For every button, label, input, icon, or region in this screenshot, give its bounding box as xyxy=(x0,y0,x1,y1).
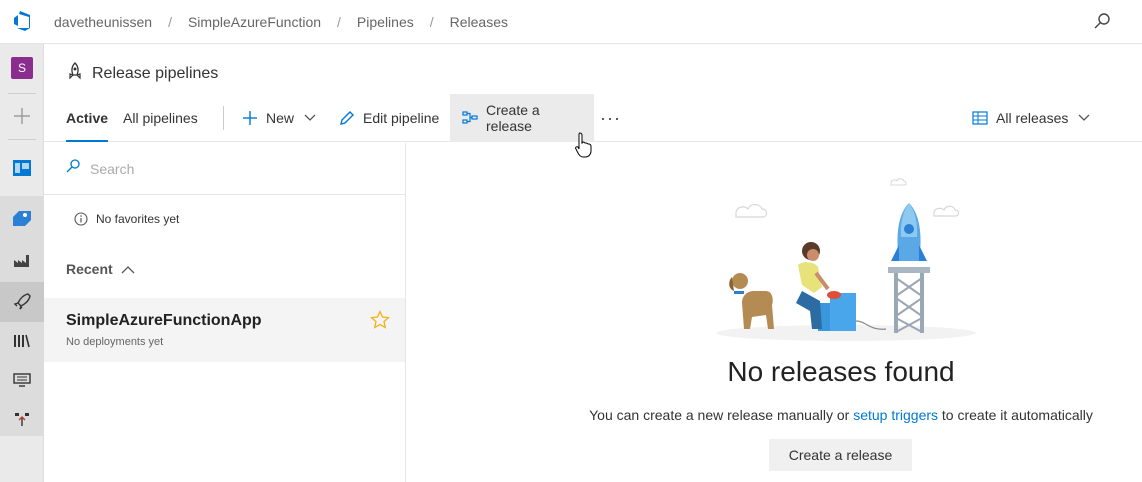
breadcrumb-pipelines[interactable]: Pipelines xyxy=(357,14,414,30)
pipelines-icon[interactable] xyxy=(0,198,44,234)
toolbar-divider xyxy=(223,106,224,130)
all-releases-filter[interactable]: All releases xyxy=(972,94,1090,142)
no-favorites-text: No favorites yet xyxy=(96,212,180,226)
release-flow-icon xyxy=(462,110,478,126)
breadcrumb-project[interactable]: SimpleAzureFunction xyxy=(188,14,321,30)
breadcrumb-org[interactable]: davetheunissen xyxy=(54,14,152,30)
more-options-button[interactable]: ··· xyxy=(600,94,621,142)
new-label: New xyxy=(266,110,295,126)
table-icon xyxy=(972,111,988,125)
task-groups-icon[interactable] xyxy=(0,362,44,398)
pipeline-row[interactable]: SimpleAzureFunctionApp No deployments ye… xyxy=(44,298,405,362)
empty-desc-before: You can create a new release manually or xyxy=(589,407,854,423)
info-icon xyxy=(74,212,88,226)
pencil-icon xyxy=(339,110,355,126)
chevron-down-icon xyxy=(304,114,316,122)
project-avatar[interactable]: S xyxy=(0,50,44,86)
search-input[interactable] xyxy=(90,160,350,177)
pipeline-name: SimpleAzureFunctionApp xyxy=(66,312,262,329)
create-release-button[interactable]: Create a release xyxy=(450,94,594,142)
edit-pipeline-label: Edit pipeline xyxy=(363,110,440,126)
setup-triggers-link[interactable]: setup triggers xyxy=(853,407,938,423)
all-releases-label: All releases xyxy=(996,110,1069,126)
breadcrumb-separator: / xyxy=(429,14,434,30)
recent-section-toggle[interactable]: Recent xyxy=(66,261,135,277)
breadcrumb-separator: / xyxy=(337,14,341,30)
tab-all-pipelines[interactable]: All pipelines xyxy=(123,94,198,142)
breadcrumb-separator: / xyxy=(168,14,172,30)
create-release-label: Create a release xyxy=(486,102,540,134)
rail-divider xyxy=(8,139,36,140)
empty-state-description: You can create a new release manually or… xyxy=(406,407,1142,423)
search-icon[interactable] xyxy=(1090,9,1114,33)
chevron-up-icon xyxy=(121,265,135,274)
plus-icon xyxy=(242,110,258,126)
recent-label: Recent xyxy=(66,261,113,277)
edit-pipeline-button[interactable]: Edit pipeline xyxy=(329,94,449,142)
chevron-down-icon xyxy=(1078,114,1090,122)
search-icon xyxy=(66,159,80,178)
create-release-cta-button[interactable]: Create a release xyxy=(769,439,912,471)
pipelines-list-pane: No favorites yet Recent SimpleAzureFunct… xyxy=(44,143,406,482)
rail-divider xyxy=(8,93,36,94)
releases-icon[interactable] xyxy=(0,282,44,322)
new-button[interactable]: New xyxy=(232,94,326,142)
add-icon[interactable] xyxy=(0,98,44,134)
pipeline-status: No deployments yet xyxy=(66,336,164,348)
empty-desc-after: to create it automatically xyxy=(938,407,1093,423)
azure-devops-logo-icon[interactable] xyxy=(0,0,44,44)
boards-icon[interactable] xyxy=(0,150,44,186)
library-icon[interactable] xyxy=(0,323,44,359)
favorite-star-icon[interactable] xyxy=(369,309,391,330)
page-title-row: Release pipelines xyxy=(66,62,218,85)
deployment-groups-icon[interactable] xyxy=(0,401,44,437)
rocket-icon xyxy=(66,62,84,85)
search-box xyxy=(44,143,405,195)
empty-state-illustration xyxy=(706,173,976,343)
no-favorites-message: No favorites yet xyxy=(74,212,179,226)
releases-main-panel: No releases found You can create a new r… xyxy=(406,143,1142,482)
breadcrumb: davetheunissen / SimpleAzureFunction / P… xyxy=(54,0,508,44)
left-nav-rail: S xyxy=(0,44,44,482)
tab-active[interactable]: Active xyxy=(66,94,109,142)
empty-state-title: No releases found xyxy=(727,356,955,387)
build-factory-icon[interactable] xyxy=(0,242,44,278)
page-title: Release pipelines xyxy=(92,64,219,82)
top-bar: davetheunissen / SimpleAzureFunction / P… xyxy=(0,0,1142,44)
breadcrumb-releases[interactable]: Releases xyxy=(450,14,508,30)
